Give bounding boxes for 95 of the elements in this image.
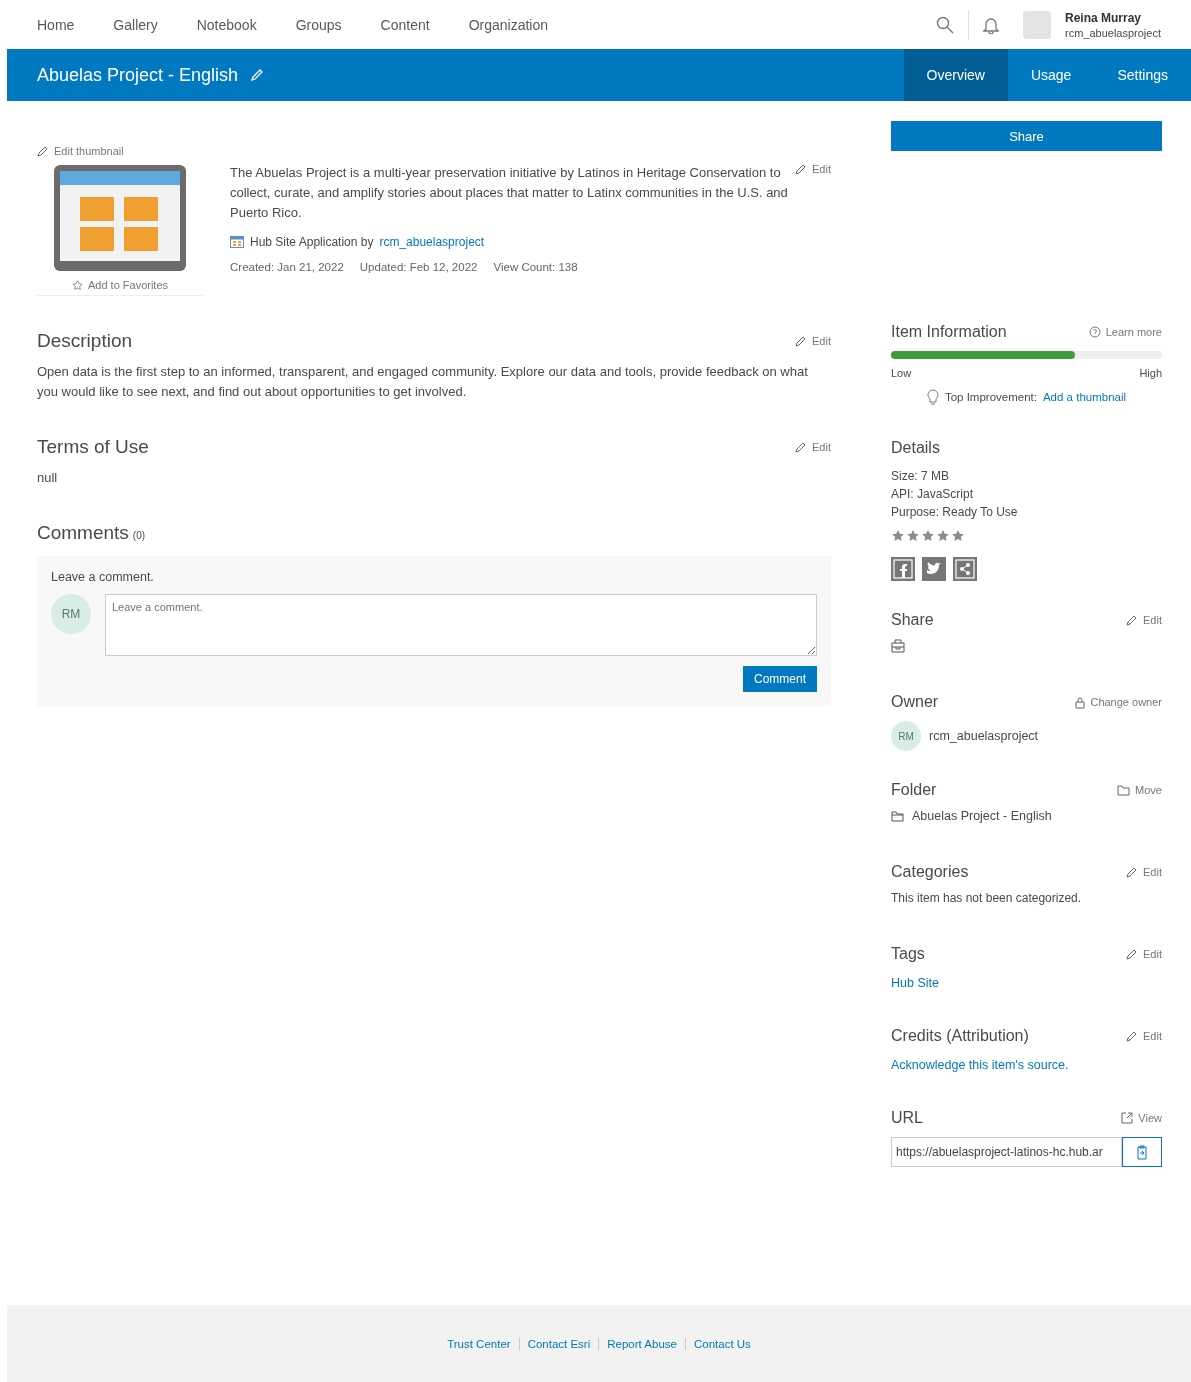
detail-text: Purpose: Ready To Use — [891, 505, 1019, 519]
item-title: Abuelas Project - English — [37, 64, 239, 86]
edit-link[interactable]: Edit — [795, 441, 831, 453]
nav-link[interactable]: Content — [380, 16, 430, 33]
pencil-icon — [1126, 1030, 1139, 1042]
pencil-icon — [795, 163, 808, 175]
lock-icon — [1075, 695, 1086, 709]
section-title: Tags — [891, 945, 925, 963]
footer-link[interactable]: Trust Center — [447, 1337, 511, 1350]
tip-link[interactable]: Add a thumbnail — [1042, 391, 1127, 403]
detail-text: Size: 7 MB — [891, 469, 951, 483]
star-icon — [71, 279, 83, 291]
item-summary: The Abuelas Project is a multi-year preservation initiative by Latinos in Heritage Conservation to collect, curate, and amplify stories about places that matter to Latinx communities in the U.S. and Puerto Rico. — [230, 164, 789, 222]
edit-link[interactable]: Edit — [795, 163, 831, 175]
tab[interactable]: Settings — [1094, 49, 1191, 101]
change-owner-link[interactable]: Change owner — [1075, 695, 1162, 709]
owner-avatar: RM — [891, 721, 921, 751]
search-icon[interactable] — [936, 15, 954, 34]
section-title: Share — [891, 611, 934, 629]
pencil-icon — [795, 335, 808, 347]
user-avatar: RM — [51, 594, 91, 634]
section-title: Terms of Use — [37, 436, 149, 458]
twitter-icon[interactable] — [922, 557, 946, 581]
section-title: Owner — [891, 693, 939, 711]
comment-button[interactable]: Comment — [743, 666, 817, 692]
scale-label: High — [1139, 367, 1162, 379]
user-username: rcm_abuelasproject — [1065, 26, 1161, 39]
section-title: Item Information — [891, 323, 1007, 341]
section-title: Categories — [891, 863, 969, 881]
app-icon — [230, 236, 244, 248]
tip-label: Top Improvement: — [944, 391, 1037, 403]
section-title: Folder — [891, 781, 937, 799]
organization-icon — [891, 639, 905, 653]
view-link[interactable]: View — [1121, 1112, 1162, 1124]
pencil-icon — [1126, 948, 1139, 960]
comment-label: Leave a comment. — [51, 570, 155, 584]
section-title: Details — [891, 439, 941, 457]
user-name: Reina Murray — [1065, 10, 1143, 25]
edit-link[interactable]: Edit — [1126, 614, 1162, 626]
tag-link[interactable]: Hub Site — [891, 976, 939, 990]
section-title: Credits (Attribution) — [891, 1027, 1029, 1045]
item-type: Hub Site Application by — [250, 235, 374, 249]
owner-link[interactable]: rcm_abuelasproject — [379, 235, 485, 249]
move-link[interactable]: Move — [1117, 784, 1162, 796]
pencil-icon[interactable] — [250, 68, 265, 82]
bell-icon[interactable] — [983, 15, 999, 34]
section-title: Comments — [37, 522, 129, 544]
folder-name: Abuelas Project - English — [912, 809, 1052, 823]
footer-link[interactable]: Contact Esri — [527, 1337, 591, 1350]
lightbulb-icon — [926, 389, 939, 405]
comment-count: (0) — [132, 530, 146, 541]
footer-link[interactable]: Report Abuse — [607, 1337, 677, 1350]
nav-link[interactable]: Groups — [295, 16, 342, 33]
pencil-icon — [1126, 866, 1139, 878]
url-field[interactable]: https://abuelasproject-latinos-hc.hub.ar — [891, 1137, 1122, 1167]
tag-link[interactable]: Acknowledge this item's source. — [891, 1058, 1069, 1072]
tab[interactable]: Overview — [903, 49, 1008, 101]
copy-button[interactable] — [1122, 1137, 1162, 1167]
meta-text: Updated: Feb 12, 2022 — [359, 261, 478, 273]
nav-link[interactable]: Home — [37, 16, 75, 33]
pencil-icon — [37, 145, 49, 157]
nav-link[interactable]: Notebook — [196, 16, 257, 33]
share-button[interactable]: Share — [891, 121, 1162, 151]
nav-link[interactable]: Gallery — [113, 16, 158, 33]
pencil-icon — [1126, 614, 1139, 626]
pencil-icon — [795, 441, 808, 453]
meta-text: View Count: 138 — [493, 261, 578, 273]
comment-field[interactable]: Leave a comment. — [105, 594, 817, 656]
scale-label: Low — [891, 367, 912, 379]
clipboard-icon — [1135, 1144, 1149, 1160]
add-to-favorites-link[interactable]: Add to Favorites — [71, 279, 169, 291]
external-link-icon — [1121, 1112, 1134, 1124]
footer-link[interactable]: Contact Us — [693, 1337, 751, 1350]
share-icon[interactable] — [953, 557, 977, 581]
facebook-icon[interactable] — [891, 557, 915, 581]
section-title: URL — [891, 1109, 923, 1127]
description-text: Open data is the first step to an informed, transparent, and engaged community. Explore our data and tools, provide feedback on what you would like to see next, and find out about opportunities to get involved. — [37, 363, 809, 401]
terms-text: null — [37, 469, 59, 487]
edit-link[interactable]: Edit — [795, 335, 831, 347]
tab[interactable]: Usage — [1007, 49, 1095, 101]
help-icon — [1088, 326, 1101, 338]
star-rating[interactable] — [891, 529, 965, 543]
folder-icon — [891, 810, 904, 822]
section-title: Description — [37, 330, 133, 352]
detail-text: API: JavaScript — [891, 487, 975, 501]
edit-thumbnail-link[interactable]: Edit thumbnail — [37, 145, 205, 157]
owner-name: rcm_abuelasproject — [929, 729, 1039, 743]
edit-link[interactable]: Edit — [1126, 866, 1162, 878]
learn-more-link[interactable]: Learn more — [1088, 326, 1162, 338]
meta-text: Created: Jan 21, 2022 — [230, 261, 344, 273]
edit-link[interactable]: Edit — [1126, 948, 1162, 960]
categories-text: This item has not been categorized. — [891, 891, 1083, 905]
nav-link[interactable]: Organization — [468, 16, 548, 33]
edit-link[interactable]: Edit — [1126, 1030, 1162, 1042]
folder-icon — [1117, 784, 1131, 796]
